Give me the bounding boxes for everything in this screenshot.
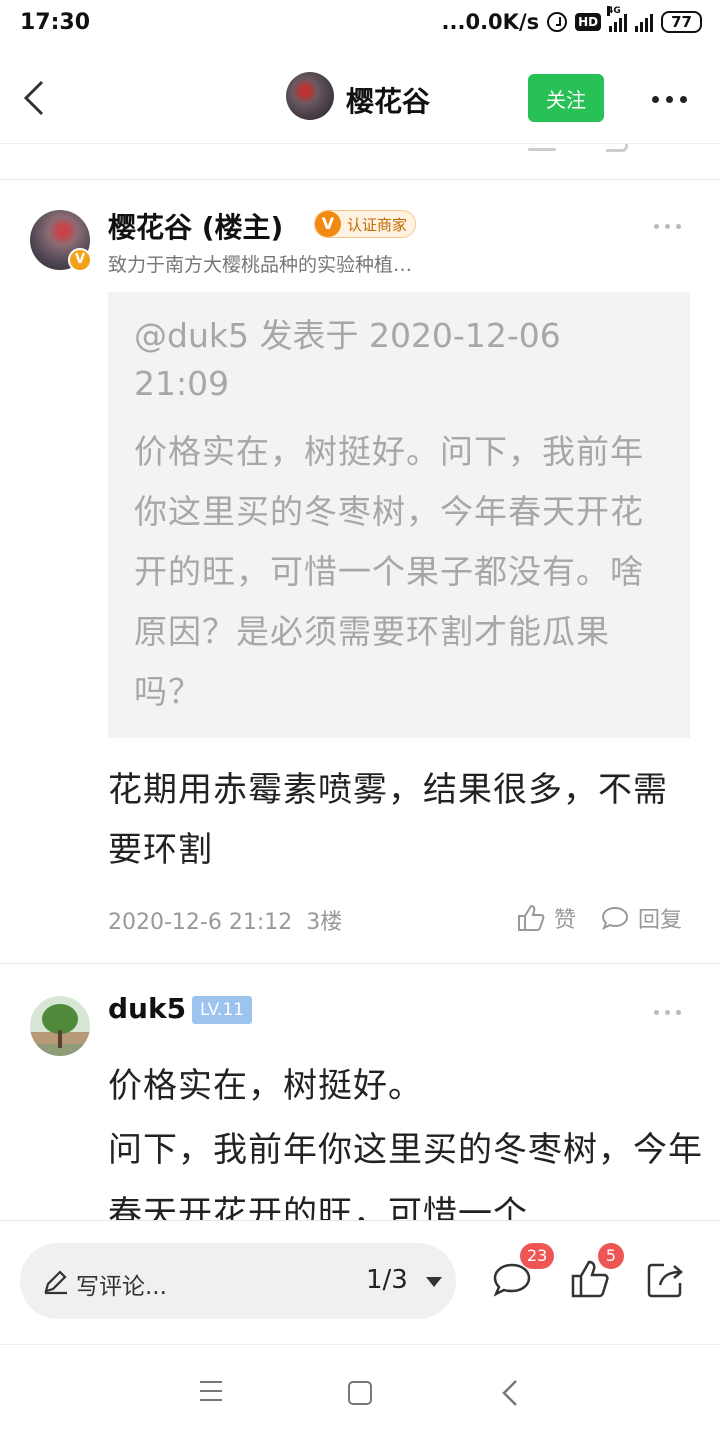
verified-icon: V bbox=[68, 248, 92, 272]
reply-button[interactable]: 回复 bbox=[600, 902, 682, 934]
post-text-line: 问下，我前年你这里买的冬枣树，今年春天开花开的旺，可惜一个 bbox=[108, 1130, 703, 1220]
hd-badge: HD bbox=[575, 13, 602, 31]
net-speed: ...0.0K/s bbox=[441, 10, 540, 34]
page-indicator[interactable]: 1/3 bbox=[366, 1265, 408, 1295]
post-text-line: 价格实在，树挺好。 bbox=[108, 1066, 423, 1106]
merchant-label: 认证商家 bbox=[347, 215, 408, 234]
avatar[interactable] bbox=[30, 996, 90, 1056]
share-icon bbox=[647, 1263, 683, 1298]
floor-number: 3楼 bbox=[306, 910, 343, 935]
network-type: 4G bbox=[607, 6, 621, 16]
chevron-down-icon[interactable] bbox=[426, 1277, 442, 1287]
status-time: 17:30 bbox=[20, 10, 91, 35]
more-icon[interactable] bbox=[652, 96, 687, 103]
author-description: 致力于南方大樱桃品种的实验种植… bbox=[108, 254, 413, 276]
alarm-icon bbox=[547, 12, 568, 32]
comment-placeholder: 写评论... bbox=[76, 1274, 167, 1300]
like-button[interactable]: 赞 bbox=[516, 902, 576, 934]
comments-button[interactable]: 23 bbox=[490, 1243, 555, 1301]
reply-label: 回复 bbox=[638, 908, 683, 933]
follow-button[interactable]: 关注 bbox=[528, 74, 604, 122]
quote-meta: @duk5 发表于 2020-12-06 21:09 bbox=[134, 316, 561, 403]
share-button[interactable] bbox=[644, 1257, 688, 1301]
signal-4g-icon: 4G bbox=[607, 6, 628, 32]
reply-text: 花期用赤霉素喷雾，结果很多，不需要环割 bbox=[108, 770, 668, 870]
likes-button[interactable]: 5 bbox=[568, 1243, 624, 1301]
status-bar: 17:30 ...0.0K/s HD 4G 77 bbox=[0, 0, 720, 52]
author-name[interactable]: 樱花谷 (楼主) bbox=[108, 206, 283, 246]
signal-icon bbox=[635, 12, 654, 32]
like-icon bbox=[518, 904, 545, 931]
back-nav-icon[interactable] bbox=[500, 1379, 520, 1407]
status-icons: ...0.0K/s HD 4G 77 bbox=[441, 6, 702, 34]
comment-bar: 写评论... 1/3 23 5 bbox=[0, 1220, 720, 1344]
quote-text: 价格实在，树挺好。问下，我前年你这里买的冬枣树，今年春天开花开的旺，可惜一个果子… bbox=[134, 432, 644, 711]
back-icon[interactable] bbox=[22, 80, 46, 116]
merchant-badge: V 认证商家 bbox=[314, 210, 417, 238]
merchant-v-icon: V bbox=[315, 211, 341, 237]
comment-count-badge: 23 bbox=[520, 1243, 555, 1269]
post-timestamp: 2020-12-6 21:12 bbox=[108, 910, 293, 935]
post-more-icon[interactable] bbox=[654, 1010, 681, 1015]
reply-icon bbox=[601, 906, 629, 931]
menu-icon[interactable] bbox=[200, 1381, 222, 1401]
page-title: 樱花谷 bbox=[346, 85, 431, 118]
post-item: duk5 LV.11 价格实在，树挺好。 问下，我前年你这里买的冬枣树，今年春天… bbox=[0, 966, 720, 1220]
battery-indicator: 77 bbox=[661, 11, 702, 33]
like-count-badge: 5 bbox=[598, 1243, 624, 1269]
forum-avatar[interactable] bbox=[286, 72, 334, 120]
post-item: V 樱花谷 (楼主) V 认证商家 致力于南方大樱桃品种的实验种植… @duk5… bbox=[0, 180, 720, 964]
comment-input[interactable]: 写评论... 1/3 bbox=[20, 1243, 456, 1319]
post-meta: 2020-12-6 21:12 3楼 bbox=[108, 904, 342, 936]
quoted-comment[interactable]: @duk5 发表于 2020-12-06 21:09 价格实在，树挺好。问下，我… bbox=[108, 292, 690, 738]
like-label: 赞 bbox=[554, 908, 577, 933]
system-navigation-bar bbox=[0, 1344, 720, 1440]
previous-post-remnant bbox=[0, 144, 720, 180]
author-name[interactable]: duk5 bbox=[108, 992, 186, 1025]
home-icon[interactable] bbox=[348, 1381, 372, 1405]
level-badge: LV.11 bbox=[192, 996, 253, 1024]
pen-icon bbox=[44, 1270, 67, 1295]
post-more-icon[interactable] bbox=[654, 224, 681, 229]
top-nav-bar: 樱花谷 关注 bbox=[0, 52, 720, 144]
post-text: 价格实在，树挺好。 问下，我前年你这里买的冬枣树，今年春天开花开的旺，可惜一个 bbox=[108, 1054, 708, 1220]
